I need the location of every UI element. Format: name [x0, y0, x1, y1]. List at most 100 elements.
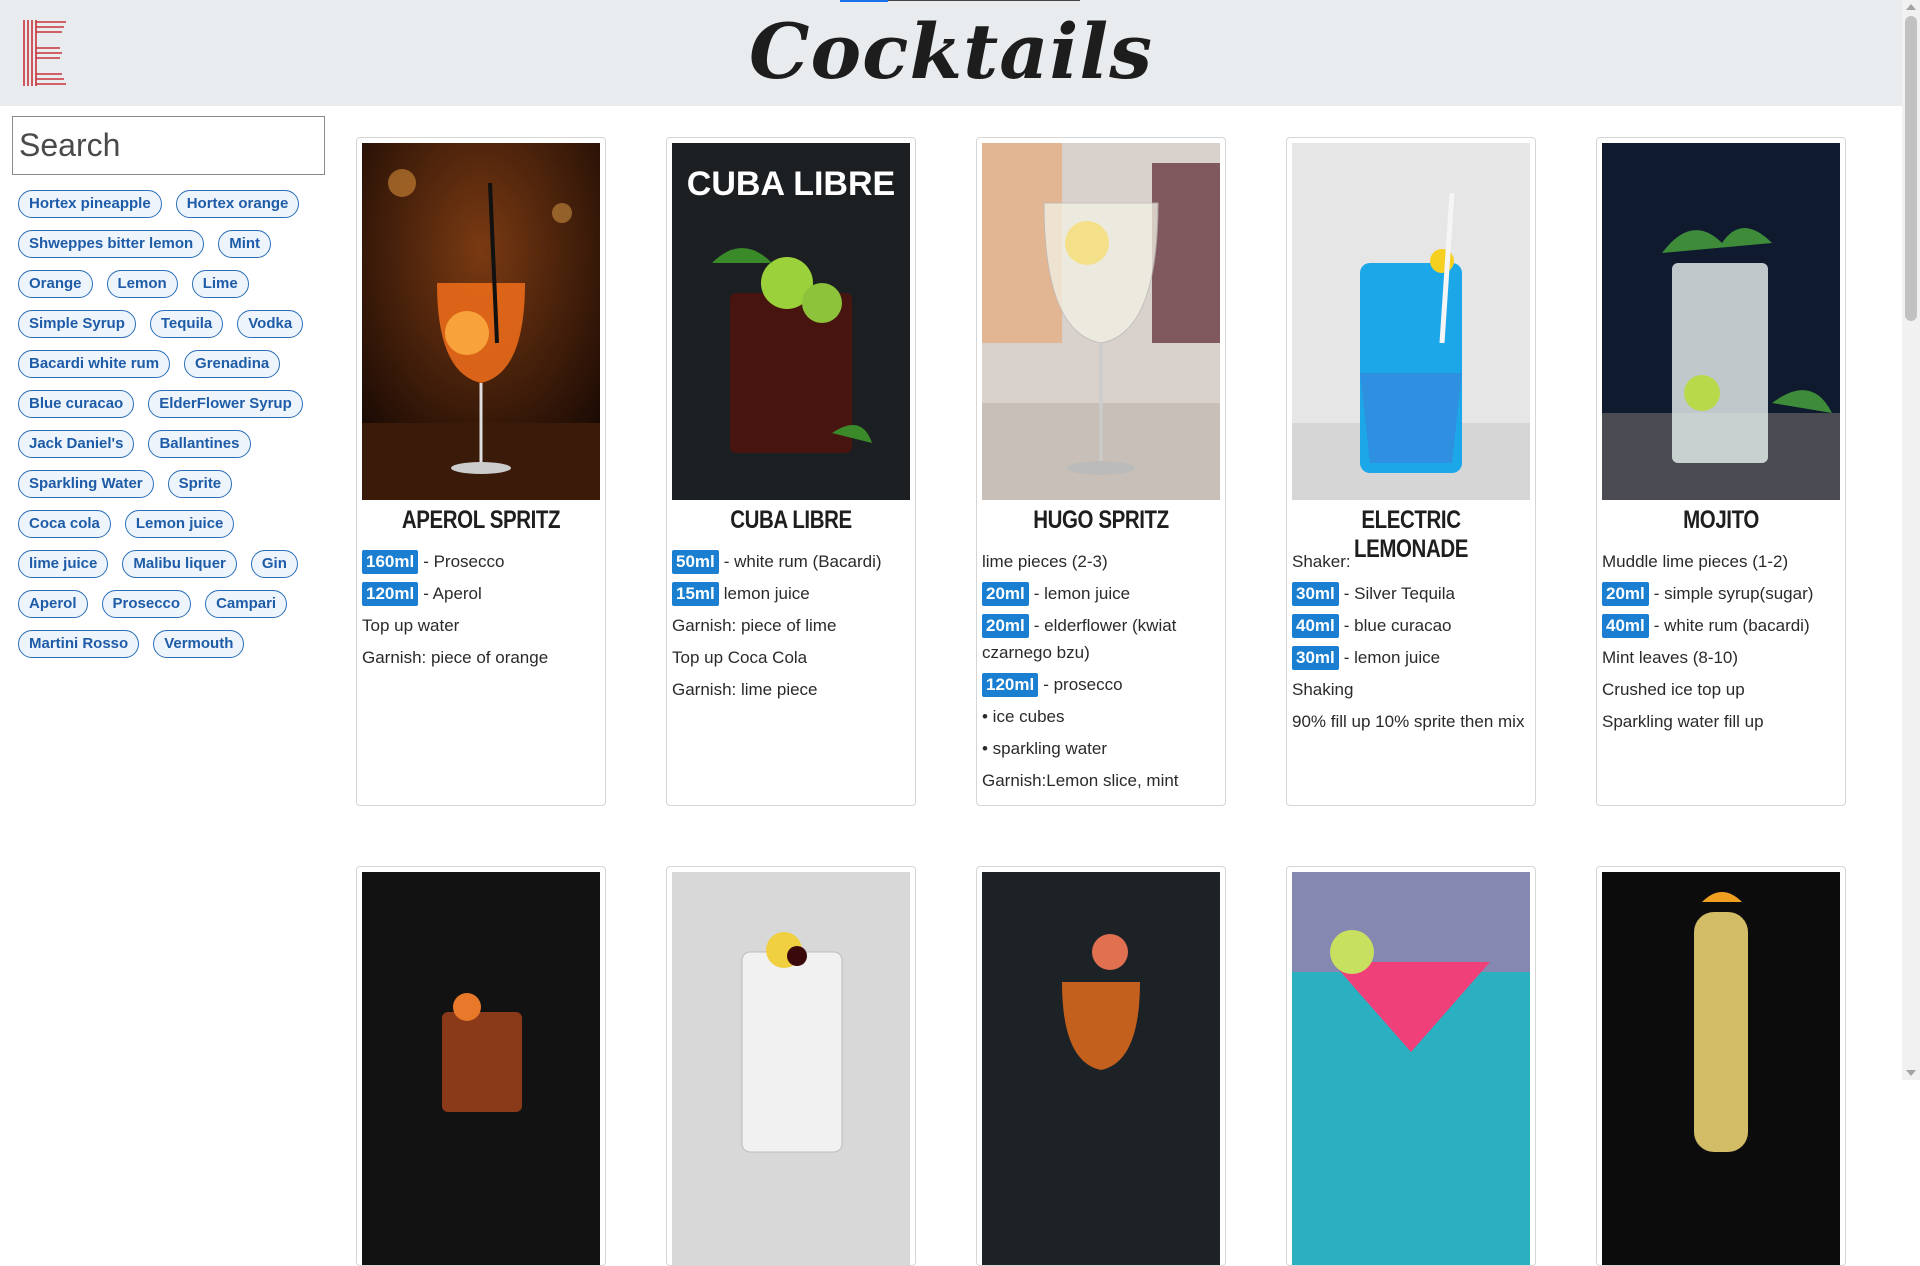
aperol-spritz-photo-icon [362, 143, 600, 500]
cocktail-card[interactable] [666, 866, 916, 1266]
recipe-text: Shaker: [1292, 552, 1351, 571]
amount-badge: 50ml [672, 550, 719, 574]
cocktail-card[interactable] [976, 866, 1226, 1266]
ingredient-tag[interactable]: Lemon juice [124, 510, 235, 538]
recipe-line: 120ml - prosecco [982, 671, 1220, 698]
french-75-photo-icon [1602, 872, 1840, 1265]
recipe-line: 20ml - simple syrup(sugar) [1602, 580, 1840, 607]
amount-badge: 160ml [362, 550, 419, 574]
ingredient-tag[interactable]: Coca cola [18, 510, 111, 538]
ingredient-tag[interactable]: lime juice [18, 550, 109, 578]
page-title: Cocktails [749, 7, 1153, 96]
ingredient-tag[interactable]: Sparkling Water [18, 470, 154, 498]
ingredient-tag[interactable]: Mint [218, 230, 272, 258]
recipe-text: Mint leaves (8-10) [1602, 648, 1739, 667]
ingredient-tag[interactable]: Shweppes bitter lemon [18, 230, 205, 258]
ingredient-tag[interactable]: Ballantines [148, 430, 251, 458]
cocktail-card[interactable]: HUGO SPRITZ lime pieces (2-3) 20ml - lemon … [976, 137, 1226, 806]
cocktail-card[interactable]: ELECTRIC LEMONADE Shaker: 30ml - Silver Teq… [1286, 137, 1536, 806]
ingredient-tag[interactable]: Orange [18, 270, 93, 298]
scroll-down-icon[interactable] [1906, 1070, 1916, 1076]
ingredient-tag[interactable]: Lemon [106, 270, 178, 298]
ingredient-tag[interactable]: ElderFlower Syrup [148, 390, 303, 418]
cocktail-card[interactable] [356, 866, 606, 1266]
cocktail-name: MOJITO [1683, 506, 1759, 534]
recipe-text: Top up Coca Cola [672, 648, 808, 667]
cocktail-name: HUGO SPRITZ [1033, 506, 1169, 534]
cosmopolitan-photo-icon [1292, 872, 1530, 1265]
ingredient-tag[interactable]: Tequila [149, 310, 224, 338]
ingredient-tag[interactable]: Lime [191, 270, 249, 298]
recipe-text: 90% fill up 10% sprite then mix [1292, 712, 1525, 731]
recipe-text: Top up water [362, 616, 460, 635]
recipe-line: 40ml - blue curacao [1292, 612, 1530, 639]
cocktail-card[interactable]: CUBA LIBRE CUBA LIBRE 50ml - white rum (Ba… [666, 137, 916, 806]
gin-tonic-photo-icon [672, 872, 910, 1265]
amount-badge: 40ml [1292, 614, 1339, 638]
ingredient-tag[interactable]: Martini Rosso [18, 630, 140, 658]
ingredient-tag[interactable]: Simple Syrup [18, 310, 136, 338]
recipe-text: Crushed ice top up [1602, 680, 1745, 699]
cocktail-card[interactable] [1286, 866, 1536, 1266]
recipe-lines: 160ml - Prosecco 120ml - Aperol Top up water… [362, 548, 600, 676]
old-fashioned-photo-icon [362, 872, 600, 1265]
recipe-text: • ice cubes [982, 707, 1065, 726]
recipe-line: 90% fill up 10% sprite then mix [1292, 708, 1530, 735]
ingredient-tag[interactable]: Hortex pineapple [18, 190, 162, 218]
ingredient-tag[interactable]: Aperol [18, 590, 88, 618]
scrollbar-thumb[interactable] [1905, 16, 1917, 321]
recipe-line: Garnish: lime piece [672, 676, 910, 703]
ingredient-tag[interactable]: Prosecco [101, 590, 192, 618]
page-header: Cocktails [0, 0, 1902, 106]
scroll-up-icon[interactable] [1906, 4, 1916, 10]
mojito-photo-icon [1602, 143, 1840, 500]
ingredient-tag[interactable]: Vodka [237, 310, 304, 338]
recipe-line: Muddle lime pieces (1-2) [1602, 548, 1840, 575]
svg-text:CUBA LIBRE: CUBA LIBRE [687, 165, 895, 203]
recipe-text: - Silver Tequila [1343, 584, 1455, 603]
cocktail-name: APEROL SPRITZ [401, 506, 561, 534]
recipe-line: 30ml - Silver Tequila [1292, 580, 1530, 607]
recipe-line: 20ml - lemon juice [982, 580, 1220, 607]
recipe-text: Garnish: piece of orange [362, 648, 549, 667]
recipe-line: Top up water [362, 612, 600, 639]
recipe-line: Garnish: piece of orange [362, 644, 600, 671]
recipe-line: 20ml - elderflower (kwiat czarnego bzu) [982, 612, 1220, 666]
ingredient-tag[interactable]: Grenadina [184, 350, 281, 378]
amount-badge: 40ml [1602, 614, 1649, 638]
ingredient-tag[interactable]: Bacardi white rum [18, 350, 171, 378]
ingredient-tag[interactable]: Jack Daniel's [18, 430, 135, 458]
recipe-text: Sparkling water fill up [1602, 712, 1764, 731]
recipe-text: - lemon juice [1033, 584, 1131, 603]
hugo-spritz-photo-icon [982, 143, 1220, 500]
cocktail-card[interactable]: APEROL SPRITZ 160ml - Prosecco 120ml - Apero… [356, 137, 606, 806]
recipe-lines: lime pieces (2-3) 20ml - lemon juice 20ml - … [982, 548, 1220, 799]
amount-badge: 30ml [1292, 646, 1339, 670]
recipe-text: Garnish: lime piece [672, 680, 818, 699]
cocktail-card[interactable]: MOJITO Muddle lime pieces (1-2) 20ml - simp… [1596, 137, 1846, 806]
amount-badge: 20ml [982, 614, 1029, 638]
recipe-lines: 50ml - white rum (Bacardi) 15ml lemon juice… [672, 548, 910, 708]
recipe-line: Crushed ice top up [1602, 676, 1840, 703]
ingredient-tag[interactable]: Blue curacao [18, 390, 135, 418]
vertical-scrollbar[interactable] [1902, 0, 1920, 1080]
cocktail-card[interactable] [1596, 866, 1846, 1266]
ingredient-tag[interactable]: Sprite [167, 470, 233, 498]
ingredient-tag[interactable]: Vermouth [153, 630, 245, 658]
ingredient-tag[interactable]: Hortex orange [175, 190, 300, 218]
recipe-line: Shaking [1292, 676, 1530, 703]
recipe-line: Garnish: piece of lime [672, 612, 910, 639]
amount-badge: 30ml [1292, 582, 1339, 606]
recipe-line: Sparkling water fill up [1602, 708, 1840, 735]
recipe-text: - Aperol [423, 584, 482, 603]
recipe-text: - simple syrup(sugar) [1653, 584, 1814, 603]
amount-badge: 15ml [672, 582, 719, 606]
ingredient-tag[interactable]: Malibu liquer [122, 550, 237, 578]
ingredient-tag[interactable]: Campari [205, 590, 288, 618]
search-input[interactable] [12, 116, 325, 175]
recipe-text: lime pieces (2-3) [982, 552, 1108, 571]
recipe-text: Garnish:Lemon slice, mint [982, 771, 1179, 790]
recipe-line: • ice cubes [982, 703, 1220, 730]
recipe-line: lime pieces (2-3) [982, 548, 1220, 575]
ingredient-tag[interactable]: Gin [250, 550, 298, 578]
